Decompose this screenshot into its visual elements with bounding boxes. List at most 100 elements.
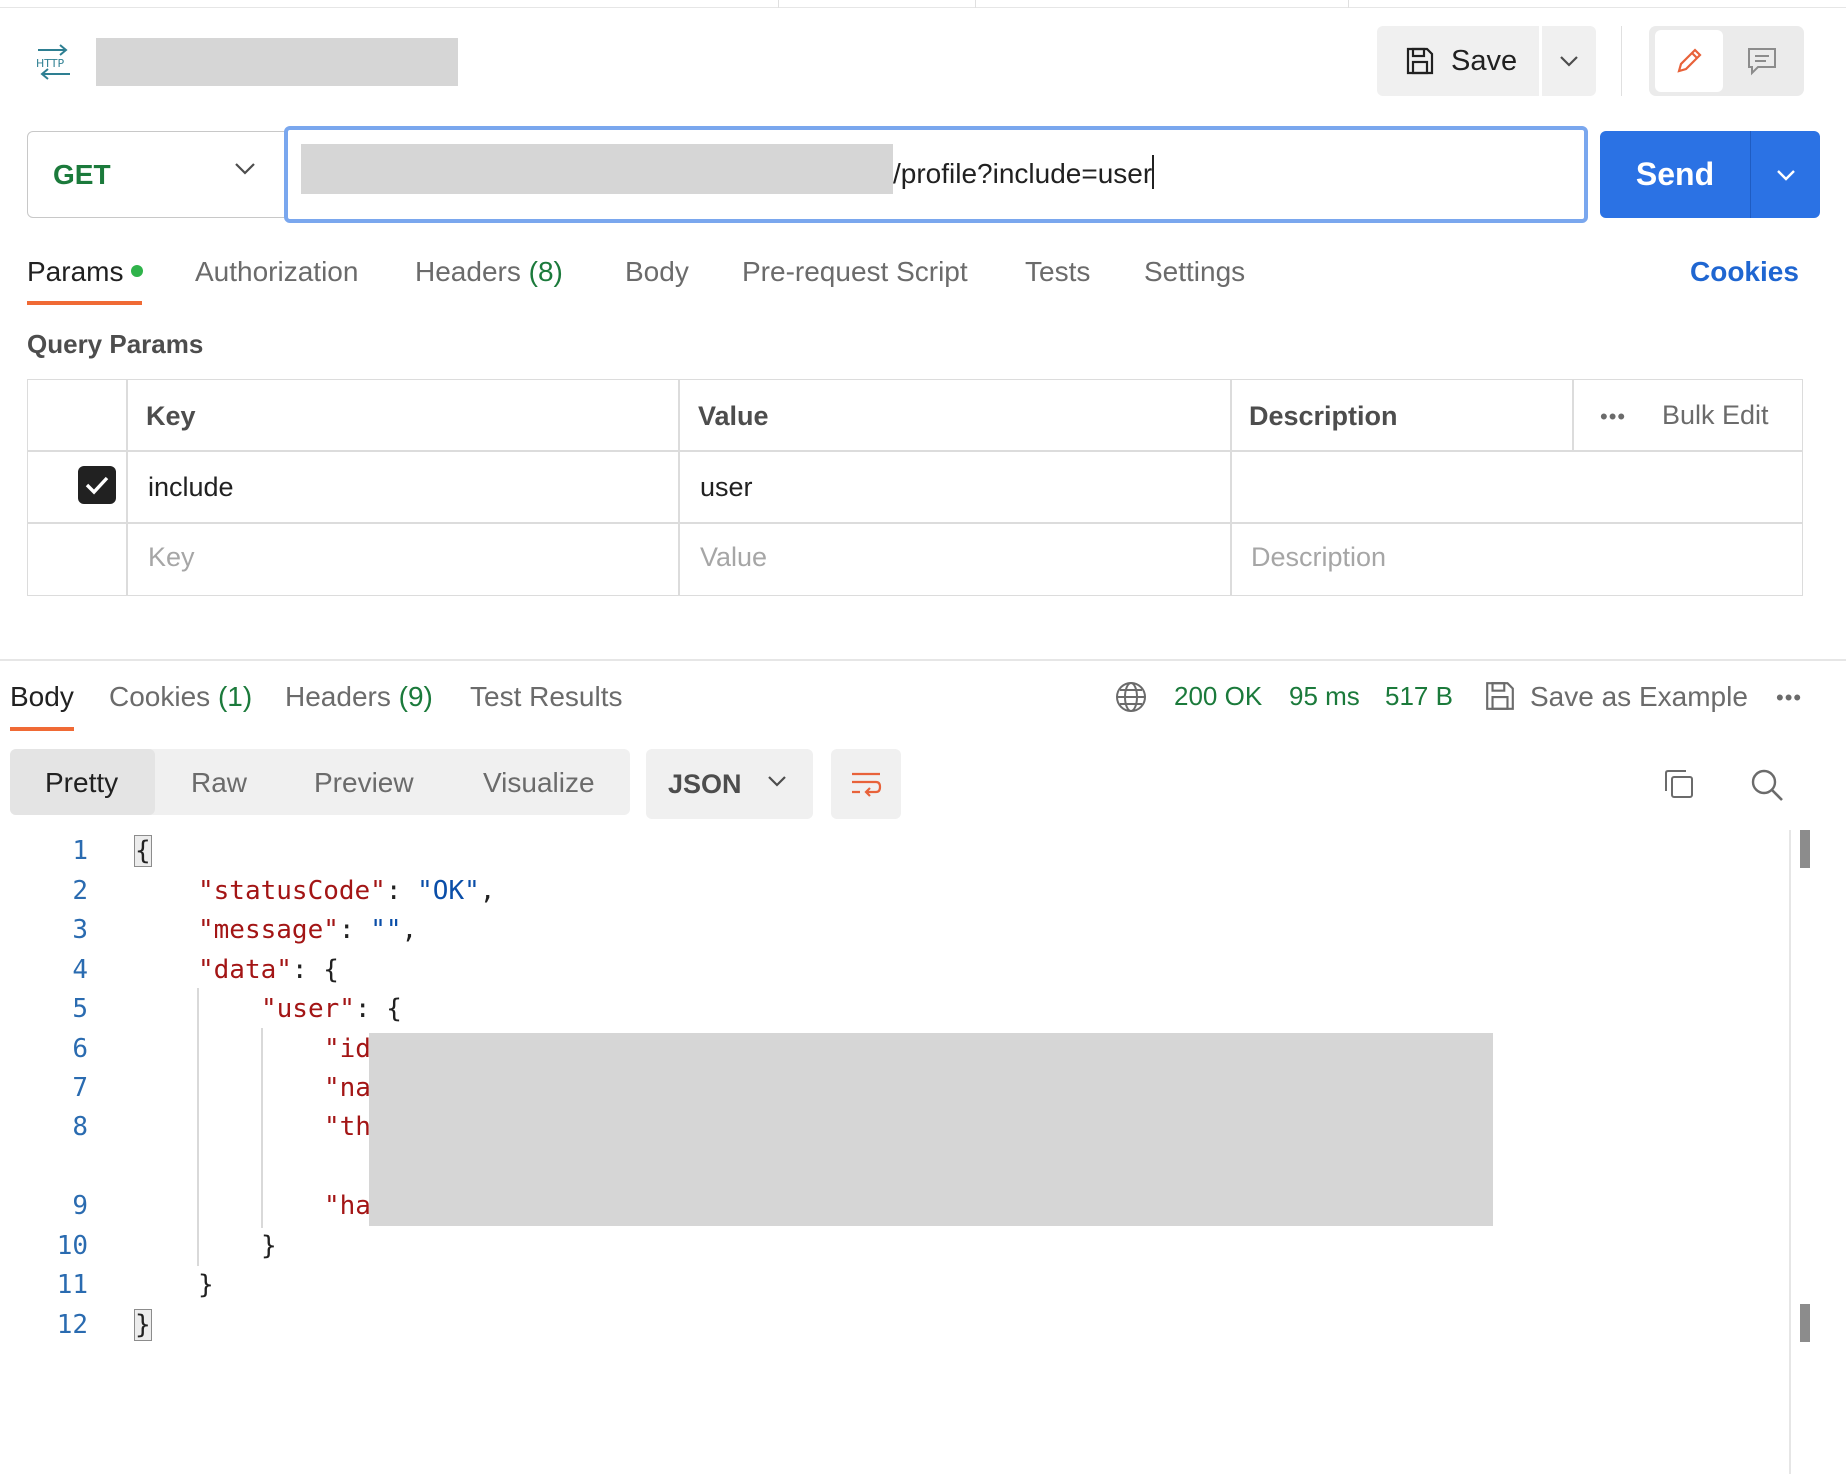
response-tab-headers[interactable]: Headers (9) — [285, 681, 433, 713]
scrollbar-marker — [1800, 1304, 1810, 1342]
line-number: 11 — [56, 1270, 88, 1300]
url-host-redacted — [301, 144, 893, 194]
line-number: 1 — [72, 836, 88, 866]
edit-mode-button[interactable] — [1655, 30, 1723, 92]
chevron-down-icon — [768, 776, 786, 787]
status-code[interactable]: 200 OK — [1174, 681, 1262, 712]
code-line: "message": "", — [198, 915, 418, 945]
method-label: GET — [53, 158, 111, 190]
response-tab-body[interactable]: Body — [10, 681, 74, 713]
tab-authorization[interactable]: Authorization — [195, 256, 358, 288]
save-label: Save — [1451, 44, 1518, 77]
line-number: 8 — [72, 1112, 88, 1142]
code-line: "na — [324, 1073, 371, 1103]
table-divider — [678, 379, 680, 596]
send-button[interactable]: Send — [1600, 131, 1750, 218]
tab-body[interactable]: Body — [625, 256, 689, 288]
response-size[interactable]: 517 B — [1385, 681, 1453, 712]
query-params-title: Query Params — [27, 329, 204, 359]
code-line: "data": { — [198, 955, 339, 985]
table-divider — [1230, 379, 1232, 596]
response-values-redacted — [369, 1033, 1493, 1226]
new-param-description-input[interactable]: Description — [1251, 542, 1386, 573]
line-number: 3 — [72, 915, 88, 945]
tab-settings[interactable]: Settings — [1144, 256, 1245, 288]
table-divider — [27, 522, 1803, 524]
wrap-lines-icon — [852, 772, 882, 797]
line-number: 12 — [56, 1310, 88, 1340]
param-key-cell[interactable]: include — [148, 472, 234, 503]
url-path-text: /profile?include=user — [893, 155, 1155, 190]
column-header-key: Key — [146, 401, 196, 431]
format-label: JSON — [668, 768, 742, 799]
tab-separator — [778, 0, 779, 8]
table-divider — [126, 379, 128, 596]
comment-icon — [1748, 48, 1776, 76]
tab-params[interactable]: Params — [27, 256, 144, 288]
active-tab-indicator — [27, 301, 142, 305]
more-options-icon[interactable]: ••• — [1776, 685, 1802, 711]
scrollbar-track[interactable] — [1789, 830, 1791, 1474]
code-line: } — [198, 1270, 214, 1300]
globe-icon[interactable] — [1114, 680, 1148, 719]
view-visualize[interactable]: Visualize — [483, 767, 595, 799]
param-enabled-checkbox[interactable] — [78, 466, 116, 504]
tab-prerequest-script[interactable]: Pre-request Script — [742, 256, 968, 288]
response-tab-test-results[interactable]: Test Results — [470, 681, 623, 713]
line-number: 4 — [72, 955, 88, 985]
line-number: 5 — [72, 994, 88, 1024]
indent-guide — [261, 1028, 263, 1228]
response-time[interactable]: 95 ms — [1289, 681, 1360, 712]
response-tab-cookies[interactable]: Cookies (1) — [109, 681, 252, 713]
svg-text:HTTP: HTTP — [36, 57, 65, 70]
http-request-icon: HTTP — [34, 44, 74, 80]
line-number: 2 — [72, 876, 88, 906]
comments-button[interactable] — [1726, 30, 1798, 92]
line-number: 7 — [72, 1073, 88, 1103]
indent-guide — [197, 988, 199, 1266]
code-line: "th — [324, 1112, 371, 1142]
tab-tests[interactable]: Tests — [1025, 256, 1090, 288]
tab-headers[interactable]: Headers (8) — [415, 256, 563, 288]
column-header-value: Value — [698, 401, 769, 431]
save-icon — [1484, 680, 1516, 717]
toolbar-divider — [1621, 26, 1622, 96]
wrap-lines-button[interactable] — [831, 749, 901, 819]
method-select[interactable]: GET — [27, 131, 287, 218]
tab-separator — [1348, 0, 1349, 8]
tab-strip — [0, 0, 1846, 8]
tab-separator — [975, 0, 976, 8]
table-divider — [27, 450, 1803, 452]
code-line: "id — [324, 1034, 371, 1064]
code-line: "user": { — [261, 994, 402, 1024]
more-options-icon[interactable]: ••• — [1600, 404, 1626, 430]
line-number: 10 — [56, 1231, 88, 1261]
view-raw[interactable]: Raw — [191, 767, 247, 799]
save-as-example-button[interactable]: Save as Example — [1530, 681, 1748, 713]
new-param-key-input[interactable]: Key — [148, 542, 195, 573]
checkmark-icon — [85, 476, 109, 495]
line-number: 6 — [72, 1034, 88, 1064]
new-param-value-input[interactable]: Value — [700, 542, 767, 573]
pencil-icon — [1677, 48, 1702, 73]
format-select[interactable]: JSON — [646, 749, 813, 819]
param-value-cell[interactable]: user — [700, 472, 753, 503]
bulk-edit-button[interactable]: Bulk Edit — [1662, 400, 1769, 431]
chevron-down-icon — [235, 163, 255, 175]
cookies-link[interactable]: Cookies — [1690, 256, 1799, 288]
code-line: "statusCode": "OK", — [198, 876, 496, 906]
chevron-down-icon — [1776, 169, 1795, 181]
copy-icon[interactable] — [1662, 767, 1696, 806]
code-line: } — [134, 1309, 152, 1341]
view-pretty[interactable]: Pretty — [45, 767, 118, 799]
save-button[interactable]: Save — [1377, 26, 1539, 96]
save-icon — [1406, 47, 1434, 75]
view-preview[interactable]: Preview — [314, 767, 414, 799]
line-number: 9 — [72, 1191, 88, 1221]
pane-divider[interactable] — [0, 659, 1846, 661]
scrollbar-marker — [1800, 830, 1810, 868]
search-icon[interactable] — [1749, 767, 1785, 808]
active-tab-indicator — [10, 727, 74, 731]
save-options-button[interactable] — [1542, 26, 1596, 96]
send-options-button[interactable] — [1750, 131, 1820, 218]
